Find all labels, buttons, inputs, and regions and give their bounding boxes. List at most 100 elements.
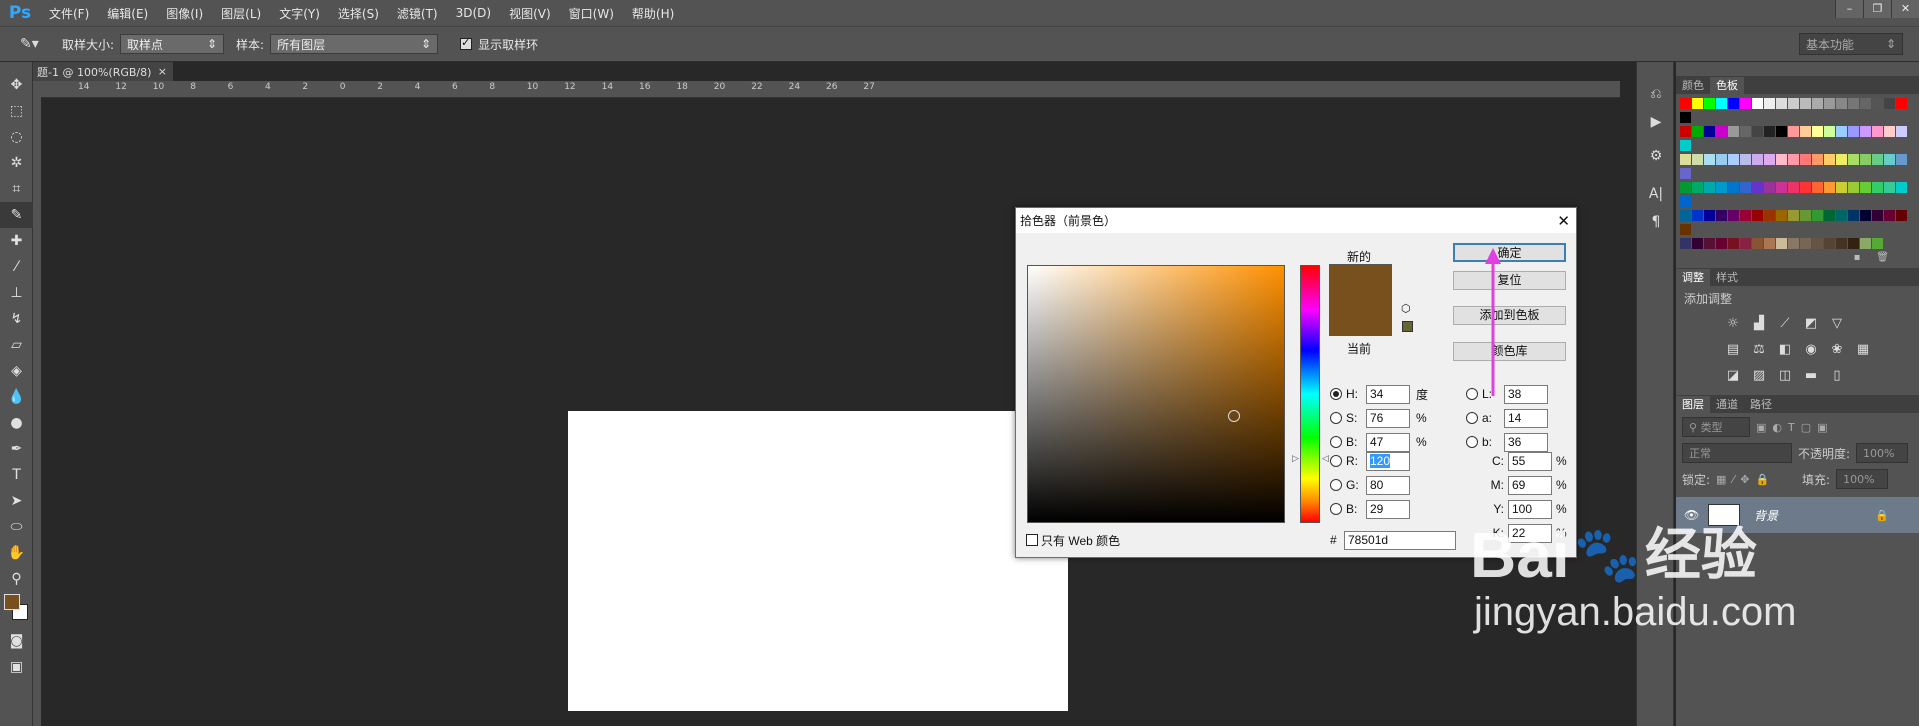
bw-icon[interactable]: ◧ bbox=[1776, 341, 1794, 359]
swatch[interactable] bbox=[1872, 182, 1883, 193]
swatch[interactable] bbox=[1896, 210, 1907, 221]
swatch[interactable] bbox=[1740, 238, 1751, 249]
swatch[interactable] bbox=[1680, 182, 1691, 193]
restore-button[interactable]: ❐ bbox=[1863, 0, 1891, 18]
layer-filter-icons[interactable]: ▣◐T▢▣ bbox=[1756, 421, 1834, 434]
close-icon[interactable]: ✕ bbox=[1557, 212, 1570, 230]
swatch[interactable] bbox=[1764, 238, 1775, 249]
swatch[interactable] bbox=[1680, 126, 1691, 137]
minimize-button[interactable]: – bbox=[1835, 0, 1863, 18]
workspace-select[interactable]: 基本功能 ⇕ bbox=[1799, 33, 1903, 55]
color-libraries-button[interactable]: 颜色库 bbox=[1453, 342, 1566, 361]
swatch[interactable] bbox=[1752, 126, 1763, 137]
history-panel-icon[interactable]: ⎌ bbox=[1637, 80, 1675, 108]
swatch[interactable] bbox=[1848, 238, 1859, 249]
swatch[interactable] bbox=[1680, 98, 1691, 109]
swatch[interactable] bbox=[1860, 126, 1871, 137]
swatch[interactable] bbox=[1692, 182, 1703, 193]
swatch[interactable] bbox=[1800, 126, 1811, 137]
swatch[interactable] bbox=[1716, 210, 1727, 221]
menu-select[interactable]: 选择(S) bbox=[329, 5, 388, 22]
hue-slider[interactable] bbox=[1300, 265, 1320, 523]
lab-b-input[interactable]: 36 bbox=[1504, 432, 1548, 452]
swatch[interactable] bbox=[1812, 98, 1823, 109]
selective-color-icon[interactable]: ▯ bbox=[1828, 367, 1846, 385]
swatch[interactable] bbox=[1740, 126, 1751, 137]
swatch[interactable] bbox=[1872, 154, 1883, 165]
document-tab[interactable]: 题-1 @ 100%(RGB/8) × bbox=[33, 62, 173, 81]
close-tab-icon[interactable]: × bbox=[158, 65, 167, 78]
swatch[interactable] bbox=[1824, 238, 1835, 249]
b-radio[interactable] bbox=[1330, 436, 1342, 448]
history-brush-icon[interactable]: ↯ bbox=[0, 306, 33, 332]
swatch[interactable] bbox=[1680, 210, 1691, 221]
paragraph-panel-icon[interactable]: ¶ bbox=[1637, 208, 1675, 236]
exposure-icon[interactable]: ◩ bbox=[1802, 315, 1820, 333]
menu-window[interactable]: 窗口(W) bbox=[560, 5, 623, 22]
swatch[interactable] bbox=[1752, 154, 1763, 165]
swatch[interactable] bbox=[1860, 210, 1871, 221]
swatch[interactable] bbox=[1680, 140, 1691, 151]
menu-layer[interactable]: 图层(L) bbox=[212, 5, 270, 22]
y-input[interactable]: 100 bbox=[1508, 499, 1552, 519]
swatch[interactable] bbox=[1800, 238, 1811, 249]
marquee-tool-icon[interactable]: ⬚ bbox=[0, 98, 33, 124]
swatch[interactable] bbox=[1788, 210, 1799, 221]
tab-styles[interactable]: 样式 bbox=[1710, 269, 1744, 286]
show-ring-checkbox[interactable] bbox=[460, 36, 473, 50]
swatch[interactable] bbox=[1764, 154, 1775, 165]
swatch[interactable] bbox=[1896, 154, 1907, 165]
swatch[interactable] bbox=[1776, 210, 1787, 221]
swatch[interactable] bbox=[1692, 238, 1703, 249]
hue-sat-icon[interactable]: ▤ bbox=[1724, 341, 1742, 359]
swatch[interactable] bbox=[1788, 182, 1799, 193]
healing-tool-icon[interactable]: ✚ bbox=[0, 228, 33, 254]
quick-mask-icon[interactable]: ◙ bbox=[0, 628, 33, 654]
swatch[interactable] bbox=[1872, 126, 1883, 137]
menu-3d[interactable]: 3D(D) bbox=[447, 6, 500, 20]
lookup-icon[interactable]: ▦ bbox=[1854, 341, 1872, 359]
invert-icon[interactable]: ◪ bbox=[1724, 367, 1742, 385]
menu-type[interactable]: 文字(Y) bbox=[270, 5, 329, 22]
swatch[interactable] bbox=[1740, 210, 1751, 221]
swatch[interactable] bbox=[1860, 98, 1871, 109]
swatch[interactable] bbox=[1896, 182, 1907, 193]
menu-help[interactable]: 帮助(H) bbox=[623, 5, 683, 22]
swatch[interactable] bbox=[1728, 182, 1739, 193]
add-to-swatches-button[interactable]: 添加到色板 bbox=[1453, 306, 1566, 325]
swatch[interactable] bbox=[1752, 238, 1763, 249]
swatch[interactable] bbox=[1740, 98, 1751, 109]
swatch[interactable] bbox=[1896, 98, 1907, 109]
swatch[interactable] bbox=[1788, 98, 1799, 109]
brush-tool-icon[interactable]: ⁄ bbox=[0, 254, 33, 280]
stamp-tool-icon[interactable]: ⊥ bbox=[0, 280, 33, 306]
menu-image[interactable]: 图像(I) bbox=[157, 5, 212, 22]
swatch[interactable] bbox=[1752, 98, 1763, 109]
swatch[interactable] bbox=[1776, 126, 1787, 137]
tab-swatches[interactable]: 色板 bbox=[1710, 77, 1744, 94]
dodge-tool-icon[interactable]: ● bbox=[0, 410, 33, 436]
trash-icon[interactable]: 🗑 bbox=[1876, 252, 1889, 263]
swatch[interactable] bbox=[1764, 98, 1775, 109]
swatch[interactable] bbox=[1884, 126, 1895, 137]
swatch[interactable] bbox=[1860, 238, 1871, 249]
swatch[interactable] bbox=[1848, 154, 1859, 165]
swatch[interactable] bbox=[1680, 112, 1691, 123]
swatch[interactable] bbox=[1716, 126, 1727, 137]
document-canvas[interactable] bbox=[568, 411, 1068, 711]
fill-field[interactable]: 100% bbox=[1836, 469, 1889, 489]
shape-tool-icon[interactable]: ⬭ bbox=[0, 514, 33, 540]
swatch[interactable] bbox=[1716, 238, 1727, 249]
swatch[interactable] bbox=[1692, 98, 1703, 109]
swatch[interactable] bbox=[1812, 210, 1823, 221]
gradient-map-icon[interactable]: ▬ bbox=[1802, 367, 1820, 385]
swatch[interactable] bbox=[1836, 126, 1847, 137]
opacity-field[interactable]: 100% bbox=[1856, 443, 1909, 463]
hand-tool-icon[interactable]: ✋ bbox=[0, 540, 33, 566]
screen-mode-icon[interactable]: ▣ bbox=[0, 654, 33, 680]
swatch[interactable] bbox=[1836, 182, 1847, 193]
swatch[interactable] bbox=[1680, 238, 1691, 249]
actions-panel-icon[interactable]: ▶ bbox=[1637, 108, 1675, 136]
g-input[interactable]: 80 bbox=[1366, 475, 1410, 495]
swatch[interactable] bbox=[1740, 154, 1751, 165]
